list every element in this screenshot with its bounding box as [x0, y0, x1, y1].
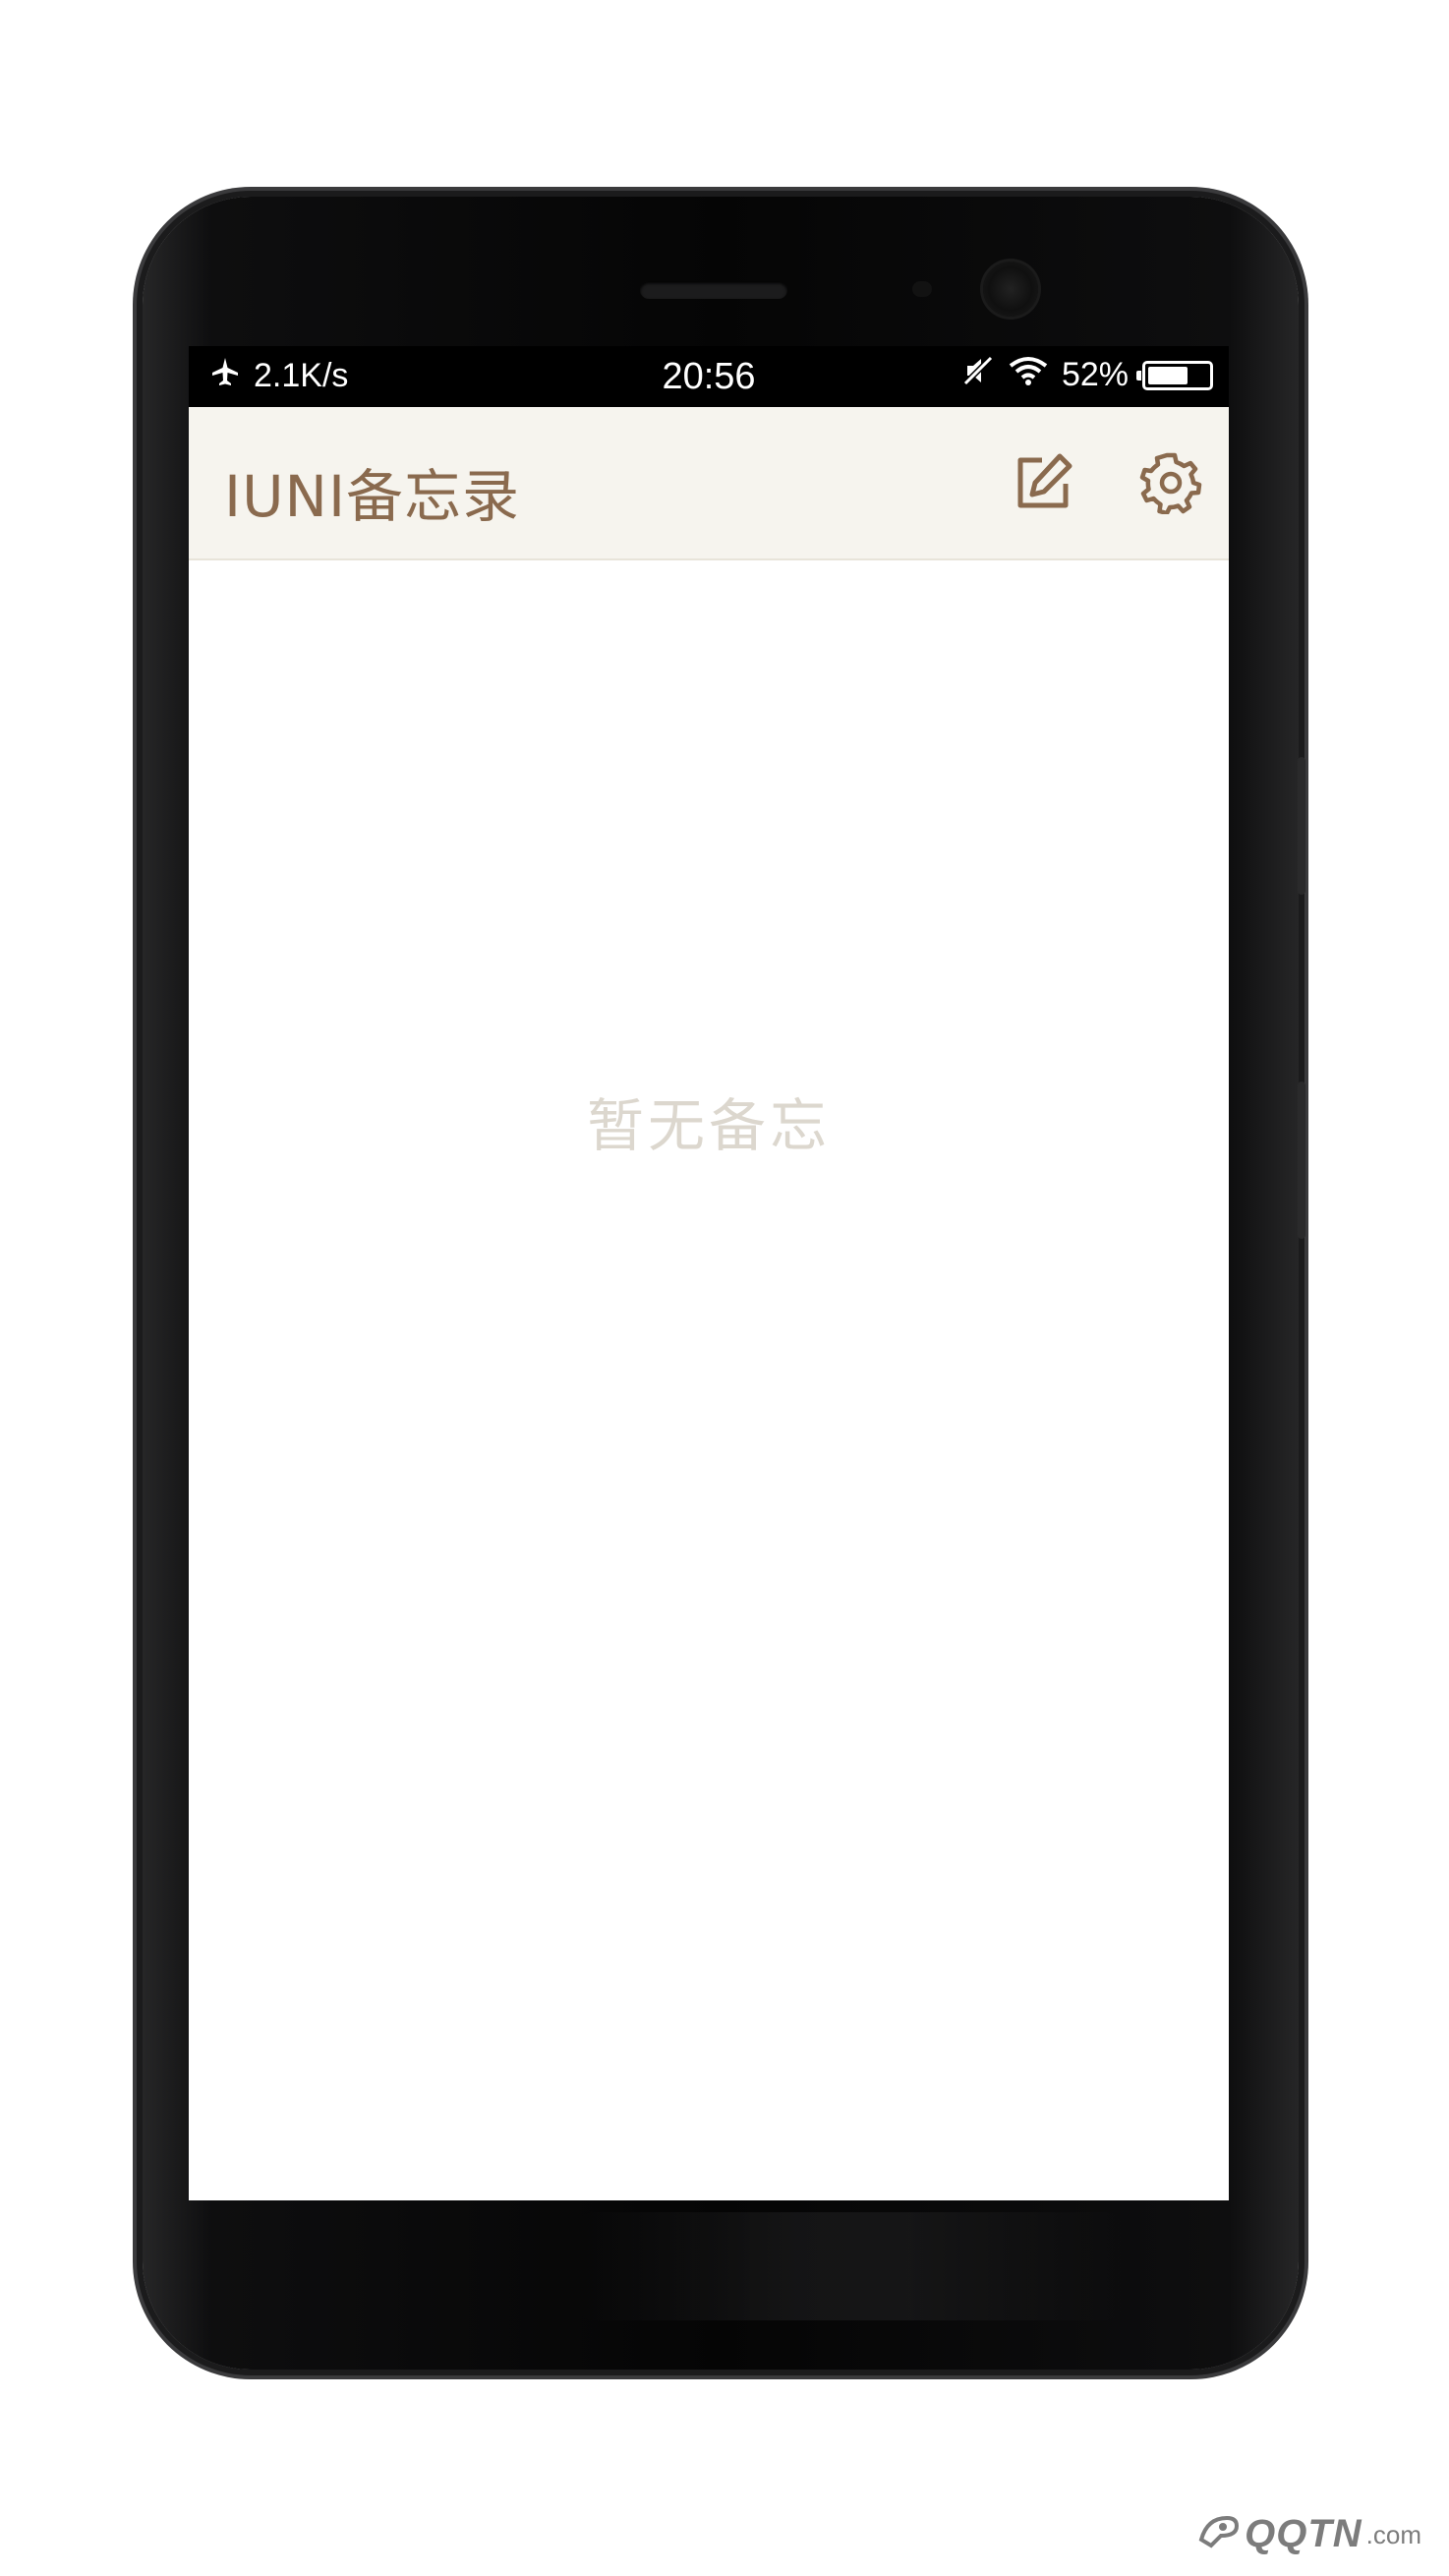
watermark-suffix: .com [1365, 2520, 1421, 2549]
app-bar: IUNI备忘录 [189, 407, 1229, 560]
page: 2.1K/s 20:56 52% IUNI备忘录 暂无备忘 QQTN .com [0, 0, 1449, 2576]
settings-button[interactable] [1136, 450, 1205, 519]
power-button [1298, 1082, 1305, 1239]
status-right: 52% [961, 354, 1213, 396]
wifi-icon [1009, 356, 1048, 394]
gear-icon [1139, 451, 1202, 518]
screen [189, 346, 1229, 2200]
proximity-sensor [912, 281, 932, 297]
watermark-logo-icon [1197, 2512, 1241, 2556]
empty-state-message: 暂无备忘 [586, 1092, 831, 1159]
volume-button [1298, 757, 1305, 895]
phone-chin-reflection [575, 2212, 1126, 2320]
battery-nub [1136, 370, 1141, 381]
compose-button[interactable] [1009, 450, 1077, 519]
battery-icon [1136, 360, 1213, 390]
battery-fill [1148, 366, 1188, 384]
edit-icon [1013, 452, 1073, 517]
battery-percent: 52% [1061, 356, 1129, 393]
status-bar: 2.1K/s 20:56 52% [189, 346, 1229, 407]
mute-icon [961, 354, 995, 396]
watermark-text: QQTN [1245, 2512, 1362, 2555]
front-camera [983, 262, 1038, 317]
site-watermark: QQTN .com [1197, 2512, 1421, 2556]
app-title: IUNI备忘录 [224, 463, 521, 530]
earpiece-speaker [640, 281, 787, 299]
